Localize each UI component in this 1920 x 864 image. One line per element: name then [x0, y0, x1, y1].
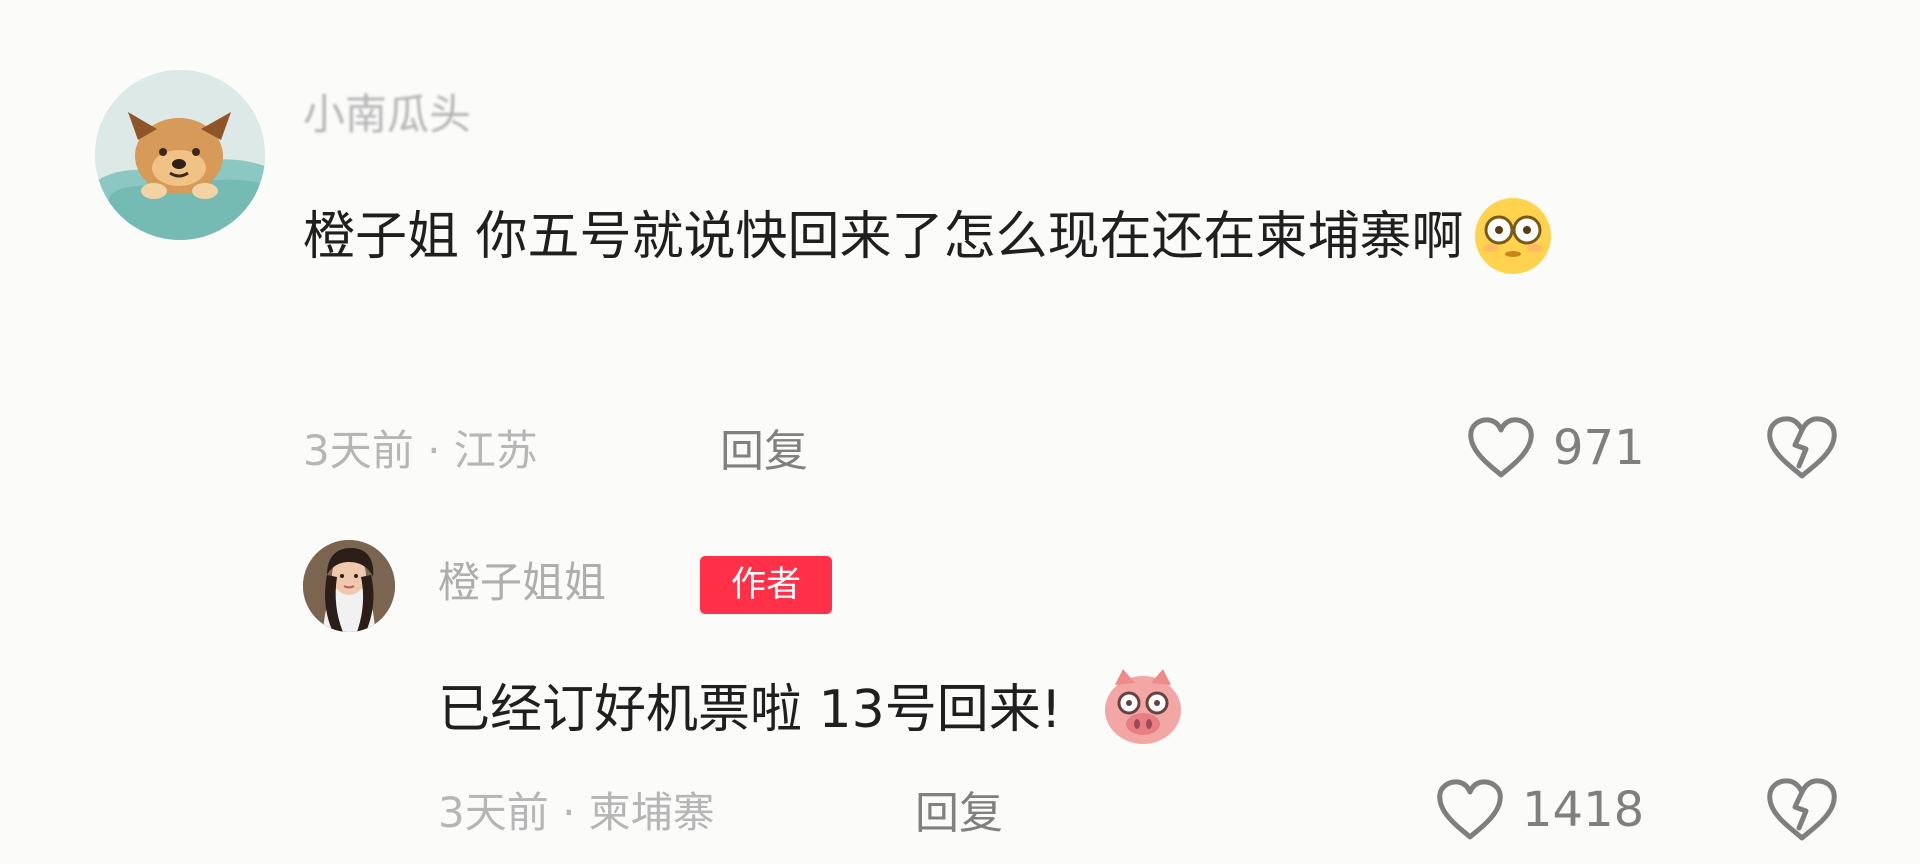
woman-avatar-icon	[303, 540, 395, 632]
flushed-face-emoji	[1474, 198, 1551, 274]
broken-heart-icon[interactable]	[1764, 414, 1840, 482]
comment-meta: 3天前 · 江苏	[303, 426, 538, 475]
reply-like-button[interactable]: 1418	[1434, 778, 1644, 842]
heart-outline-icon	[1437, 779, 1503, 840]
reply-body: 已经订好机票啦 13号回来!	[438, 668, 1188, 758]
reply-meta: 3天前 · 柬埔寨	[438, 788, 715, 837]
comment-username[interactable]: 小南瓜头	[303, 94, 471, 136]
author-badge: 作者	[700, 556, 832, 614]
dog-avatar-icon	[95, 70, 265, 240]
pig-face-emoji	[1104, 669, 1181, 744]
author-username[interactable]: 橙子姐姐	[438, 562, 606, 604]
comment-body: 橙子姐 你五号就说快回来了怎么现在还在柬埔寨啊	[303, 185, 1833, 289]
user-avatar[interactable]	[95, 70, 265, 240]
broken-heart-icon[interactable]	[1764, 776, 1840, 844]
like-count: 971	[1553, 420, 1645, 476]
comment-text: 橙子姐 你五号就说快回来了怎么现在还在柬埔寨啊	[303, 207, 1464, 267]
like-count: 1418	[1522, 782, 1645, 838]
heart-outline-icon	[1468, 417, 1534, 478]
reply-text: 已经订好机票啦 13号回来!	[438, 680, 1062, 740]
reply-button[interactable]: 回复	[720, 430, 808, 474]
comment-thread: 小南瓜头 橙子姐 你五号就说快回来了怎么现在还在柬埔寨啊 3天前 · 江苏 回复…	[0, 0, 1920, 864]
comment-like-button[interactable]: 971	[1465, 416, 1645, 480]
author-avatar[interactable]	[303, 540, 395, 632]
reply-button[interactable]: 回复	[915, 792, 1003, 836]
